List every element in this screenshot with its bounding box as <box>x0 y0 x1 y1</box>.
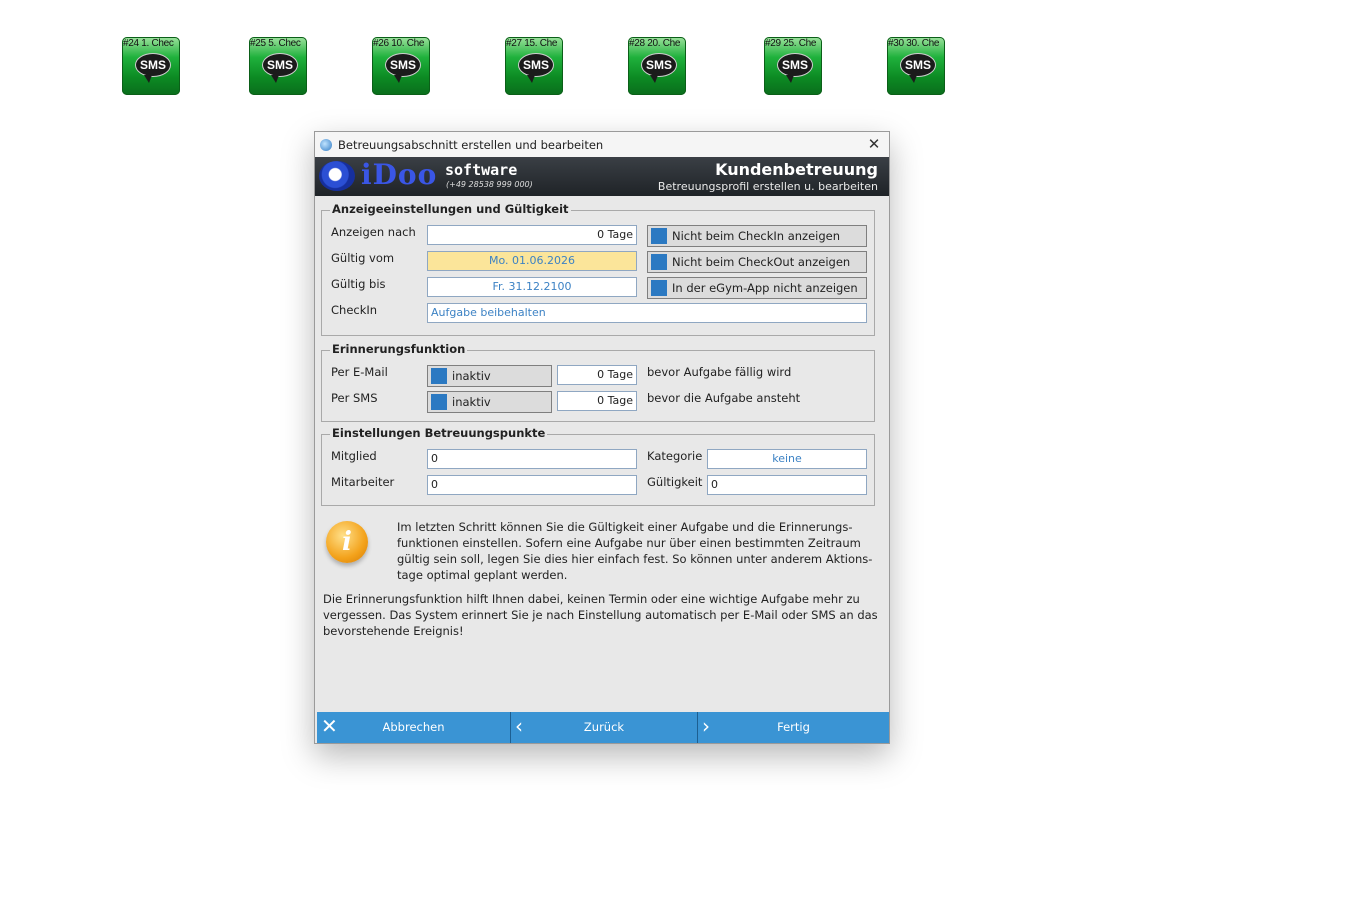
window-title: Betreuungsabschnitt erstellen und bearbe… <box>338 137 604 152</box>
desktop-sms-icon-26[interactable]: SMS #26 10. Che <box>372 37 432 97</box>
idoo-logo: iDoo <box>319 158 439 194</box>
email-reminder-label: Per E-Mail <box>331 365 388 379</box>
logo-text: iDoo <box>361 158 438 191</box>
sms-reminder-toggle[interactable]: inaktiv <box>427 391 552 413</box>
desktop-icon-caption: #28 20. Che <box>629 38 681 49</box>
hide-checkin-toggle[interactable]: Nicht beim CheckIn anzeigen <box>647 225 867 247</box>
desktop-icon-caption: #25 5. Chec <box>250 38 301 49</box>
back-button[interactable]: ‹ Zurück <box>510 712 697 743</box>
banner-title: Kundenbetreuung <box>715 160 878 179</box>
checkbox-square-icon <box>651 254 667 270</box>
footer-bar: ✕ Abbrechen ‹ Zurück › Fertig <box>317 712 889 743</box>
show-after-label: Anzeigen nach <box>331 225 416 239</box>
dialog-window: Betreuungsabschnitt erstellen und bearbe… <box>314 131 890 744</box>
sms-bubble-icon: SMS <box>900 53 936 83</box>
hide-egym-toggle[interactable]: In der eGym-App nicht anzeigen <box>647 277 867 299</box>
sms-reminder-label: Per SMS <box>331 391 378 405</box>
back-label: Zurück <box>583 720 625 734</box>
desktop-sms-icon-29[interactable]: SMS #29 25. Che <box>764 37 824 97</box>
logo-phone: (+49 28538 999 000) <box>446 180 533 189</box>
category-label: Kategorie <box>647 449 703 463</box>
info-icon: i <box>326 521 368 563</box>
checkbox-square-icon <box>431 394 447 410</box>
sms-bubble-icon: SMS <box>777 53 813 83</box>
valid-to-label: Gültig bis <box>331 277 386 291</box>
valid-from-label: Gültig vom <box>331 251 395 265</box>
hide-checkout-toggle[interactable]: Nicht beim CheckOut anzeigen <box>647 251 867 273</box>
checkbox-square-icon <box>651 228 667 244</box>
group-legend: Anzeigeeinstellungen und Gültigkeit <box>330 202 571 216</box>
member-points-input[interactable]: 0 <box>427 449 637 469</box>
toggle-label: Nicht beim CheckOut anzeigen <box>672 255 851 269</box>
cancel-label: Abbrechen <box>382 720 445 734</box>
sms-bubble-icon: SMS <box>385 53 421 83</box>
close-icon: ✕ <box>321 714 338 738</box>
checkbox-square-icon <box>431 368 447 384</box>
group-legend: Einstellungen Betreuungspunkte <box>330 426 548 440</box>
desktop-icon-caption: #30 30. Che <box>888 38 940 49</box>
desktop-sms-icon-30[interactable]: SMS #30 30. Che <box>887 37 947 97</box>
checkin-select[interactable]: Aufgabe beibehalten <box>427 303 867 323</box>
chevron-right-icon: › <box>702 714 710 738</box>
valid-to-date[interactable]: Fr. 31.12.2100 <box>427 277 637 297</box>
desktop-icon-caption: #27 15. Che <box>506 38 558 49</box>
title-bar[interactable]: Betreuungsabschnitt erstellen und bearbe… <box>315 132 889 157</box>
logo-swirl-icon <box>319 161 355 191</box>
toggle-label: inaktiv <box>452 369 491 383</box>
checkin-label: CheckIn <box>331 303 378 317</box>
sms-days-input[interactable]: 0 Tage <box>557 391 637 411</box>
email-days-input[interactable]: 0 Tage <box>557 365 637 385</box>
banner-subtitle: Betreuungsprofil erstellen u. bearbeiten <box>657 180 878 193</box>
finish-button[interactable]: › Fertig <box>697 712 889 743</box>
group-reminder: Erinnerungsfunktion Per E-Mail inaktiv 0… <box>321 342 875 422</box>
chevron-left-icon: ‹ <box>515 714 523 738</box>
desktop-icon-caption: #26 10. Che <box>373 38 425 49</box>
checkbox-square-icon <box>651 280 667 296</box>
category-select[interactable]: keine <box>707 449 867 469</box>
info-text-reminder: Die Erinnerungsfunktion hilft Ihnen dabe… <box>323 592 878 638</box>
finish-label: Fertig <box>777 720 810 734</box>
app-icon <box>320 138 332 151</box>
toggle-label: inaktiv <box>452 395 491 409</box>
desktop-sms-icon-24[interactable]: SMS #24 1. Chec <box>122 37 182 97</box>
member-points-label: Mitglied <box>331 449 377 463</box>
sms-bubble-icon: SMS <box>262 53 298 83</box>
employee-points-label: Mitarbeiter <box>331 475 395 489</box>
header-banner: iDoo software (+49 28538 999 000) Kunden… <box>315 157 889 196</box>
show-after-input[interactable]: 0 Tage <box>427 225 637 245</box>
group-display-settings: Anzeigeeinstellungen und Gültigkeit Anze… <box>321 202 875 336</box>
info-text-steps: Im letzten Schritt können Sie die Gültig… <box>397 520 873 582</box>
toggle-label: Nicht beim CheckIn anzeigen <box>672 229 841 243</box>
validity-label: Gültigkeit <box>647 475 703 489</box>
email-reminder-toggle[interactable]: inaktiv <box>427 365 552 387</box>
group-care-points: Einstellungen Betreuungspunkte Mitglied … <box>321 426 875 506</box>
employee-points-input[interactable]: 0 <box>427 475 637 495</box>
desktop-sms-icon-25[interactable]: SMS #25 5. Chec <box>249 37 309 97</box>
validity-input[interactable]: 0 <box>707 475 867 495</box>
desktop-sms-icon-27[interactable]: SMS #27 15. Che <box>505 37 565 97</box>
sms-bubble-icon: SMS <box>641 53 677 83</box>
logo-software: software <box>445 161 518 179</box>
desktop-icon-caption: #24 1. Chec <box>123 38 174 49</box>
group-legend: Erinnerungsfunktion <box>330 342 468 356</box>
sms-bubble-icon: SMS <box>518 53 554 83</box>
valid-from-date[interactable]: Mo. 01.06.2026 <box>427 251 637 271</box>
email-suffix-text: bevor Aufgabe fällig wird <box>647 365 792 379</box>
toggle-label: In der eGym-App nicht anzeigen <box>672 281 858 295</box>
close-icon[interactable]: ✕ <box>859 132 889 157</box>
sms-bubble-icon: SMS <box>135 53 171 83</box>
desktop-icon-caption: #29 25. Che <box>765 38 817 49</box>
sms-suffix-text: bevor die Aufgabe ansteht <box>647 391 801 405</box>
desktop-sms-icon-28[interactable]: SMS #28 20. Che <box>628 37 688 97</box>
cancel-button[interactable]: ✕ Abbrechen <box>317 712 510 743</box>
